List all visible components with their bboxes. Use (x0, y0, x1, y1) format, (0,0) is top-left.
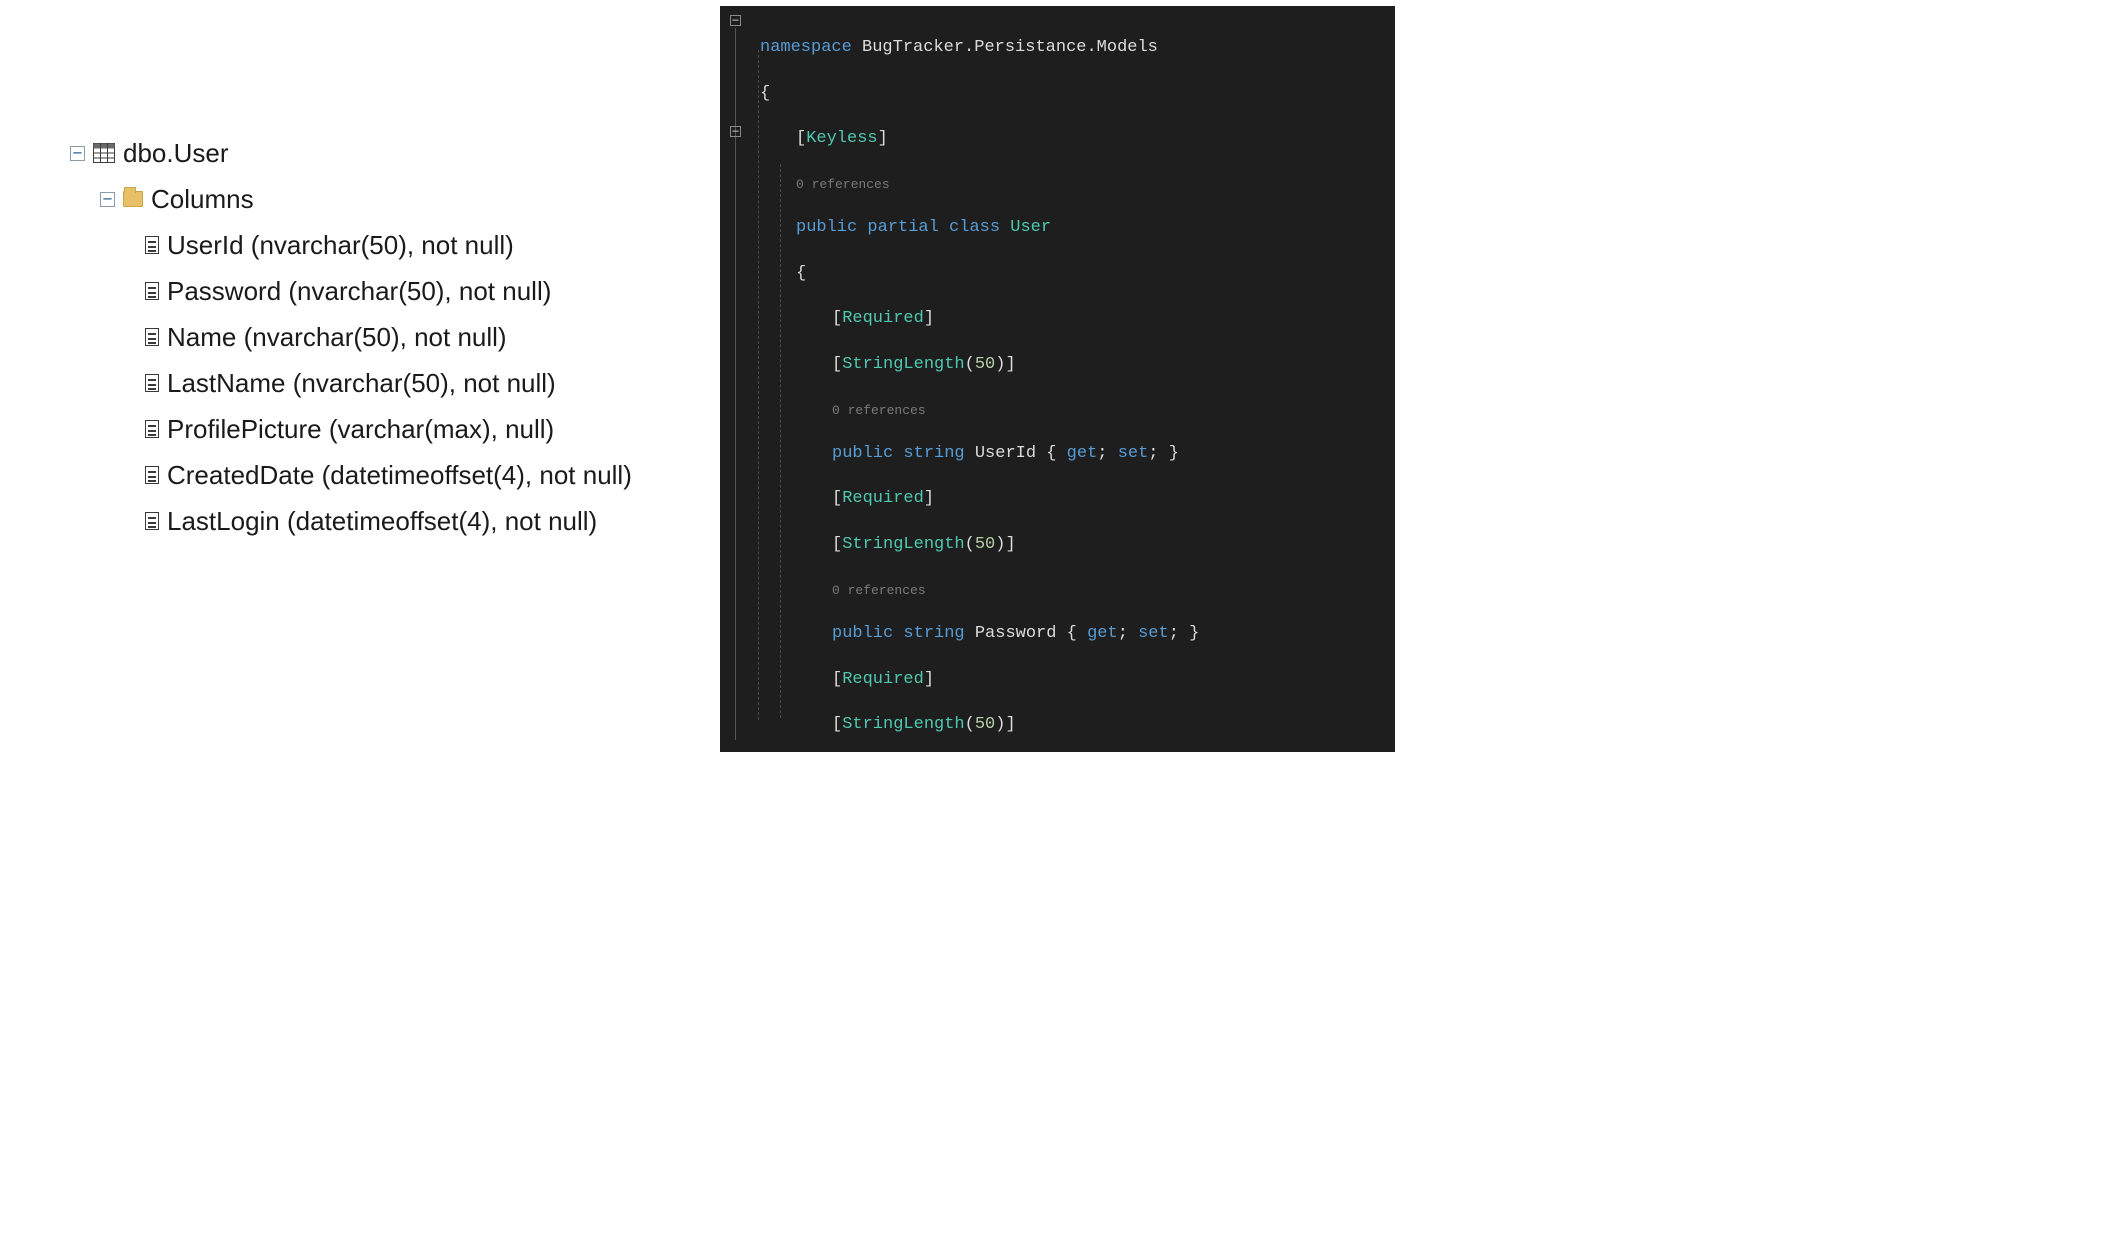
keyword: set (1138, 624, 1169, 643)
attribute: StringLength (842, 535, 964, 554)
paren: ( (965, 715, 975, 734)
bracket: ] (1005, 355, 1015, 374)
attribute: Keyless (806, 129, 877, 148)
bracket: ] (878, 129, 888, 148)
bracket: [ (832, 715, 842, 734)
tree-node-label: LastLogin (datetimeoffset(4), not null) (167, 506, 597, 537)
keyword: get (1067, 444, 1098, 463)
outlining-gutter: − − (720, 14, 756, 752)
tree-node-columns-folder[interactable]: − Columns (70, 176, 632, 222)
bracket: [ (796, 129, 806, 148)
keyword: namespace (760, 38, 852, 57)
tree-node-column[interactable]: LastName (nvarchar(50), not null) (70, 360, 632, 406)
tree-node-label: ProfilePicture (varchar(max), null) (167, 414, 554, 445)
bracket: ] (924, 489, 934, 508)
tree-node-label: Columns (151, 184, 254, 215)
tree-node-label: UserId (nvarchar(50), not null) (167, 230, 514, 261)
bracket: ] (1005, 535, 1015, 554)
identifier: BugTracker.Persistance.Models (862, 38, 1158, 57)
column-icon (145, 466, 159, 484)
brace: } (1169, 444, 1179, 463)
bracket: ] (1005, 715, 1015, 734)
punct: ; (1118, 624, 1128, 643)
indent-guide (758, 50, 759, 720)
tree-node-label: LastName (nvarchar(50), not null) (167, 368, 556, 399)
column-icon (145, 420, 159, 438)
keyword: public (832, 444, 893, 463)
paren: ( (965, 355, 975, 374)
fold-toggle-icon[interactable]: − (730, 126, 741, 137)
keyword: set (1118, 444, 1149, 463)
punct: ; (1097, 444, 1107, 463)
keyword: class (949, 218, 1000, 237)
bracket: ] (924, 309, 934, 328)
codelens[interactable]: 0 references (832, 581, 926, 601)
brace: } (1189, 624, 1199, 643)
bracket: [ (832, 309, 842, 328)
tree-node-column[interactable]: Password (nvarchar(50), not null) (70, 268, 632, 314)
attribute: StringLength (842, 715, 964, 734)
column-icon (145, 512, 159, 530)
tree-node-label: CreatedDate (datetimeoffset(4), not null… (167, 460, 632, 491)
member: Password (975, 624, 1057, 643)
paren: ) (995, 715, 1005, 734)
punct: ; (1169, 624, 1179, 643)
tree-node-label: Password (nvarchar(50), not null) (167, 276, 551, 307)
column-icon (145, 236, 159, 254)
bracket: ] (924, 670, 934, 689)
keyword: string (903, 444, 964, 463)
codelens[interactable]: 0 references (796, 175, 890, 195)
bracket: [ (832, 355, 842, 374)
brace: { (1046, 444, 1056, 463)
codelens[interactable]: 0 references (832, 401, 926, 421)
code-editor[interactable]: − − namespace BugTracker.Persistance.Mod… (720, 6, 1395, 752)
db-object-explorer: − dbo.User − Columns UserId (nvarchar(50… (70, 130, 632, 544)
fold-toggle-icon[interactable]: − (730, 15, 741, 26)
paren: ( (965, 535, 975, 554)
column-icon (145, 282, 159, 300)
tree-node-column[interactable]: ProfilePicture (varchar(max), null) (70, 406, 632, 452)
expander-icon[interactable]: − (70, 146, 85, 161)
table-icon (93, 143, 115, 163)
brace: { (760, 84, 770, 103)
bracket: [ (832, 535, 842, 554)
attribute: Required (842, 309, 924, 328)
tree-node-label: dbo.User (123, 138, 229, 169)
tree-node-column[interactable]: LastLogin (datetimeoffset(4), not null) (70, 498, 632, 544)
attribute: Required (842, 489, 924, 508)
attribute: Required (842, 670, 924, 689)
paren: ) (995, 535, 1005, 554)
number: 50 (975, 355, 995, 374)
keyword: partial (867, 218, 938, 237)
member: UserId (975, 444, 1036, 463)
brace: { (796, 264, 806, 283)
paren: ) (995, 355, 1005, 374)
tree-node-column[interactable]: CreatedDate (datetimeoffset(4), not null… (70, 452, 632, 498)
keyword: string (903, 624, 964, 643)
tree-node-column[interactable]: UserId (nvarchar(50), not null) (70, 222, 632, 268)
tree-node-label: Name (nvarchar(50), not null) (167, 322, 507, 353)
bracket: [ (832, 670, 842, 689)
code-content[interactable]: namespace BugTracker.Persistance.Models … (760, 14, 1389, 752)
column-icon (145, 328, 159, 346)
punct: ; (1148, 444, 1158, 463)
folder-icon (123, 191, 143, 207)
keyword: public (796, 218, 857, 237)
column-icon (145, 374, 159, 392)
expander-icon[interactable]: − (100, 192, 115, 207)
bracket: [ (832, 489, 842, 508)
type-name: User (1010, 218, 1051, 237)
tree-node-column[interactable]: Name (nvarchar(50), not null) (70, 314, 632, 360)
tree-node-table[interactable]: − dbo.User (70, 130, 632, 176)
keyword: get (1087, 624, 1118, 643)
brace: { (1067, 624, 1077, 643)
attribute: StringLength (842, 355, 964, 374)
number: 50 (975, 535, 995, 554)
keyword: public (832, 624, 893, 643)
number: 50 (975, 715, 995, 734)
